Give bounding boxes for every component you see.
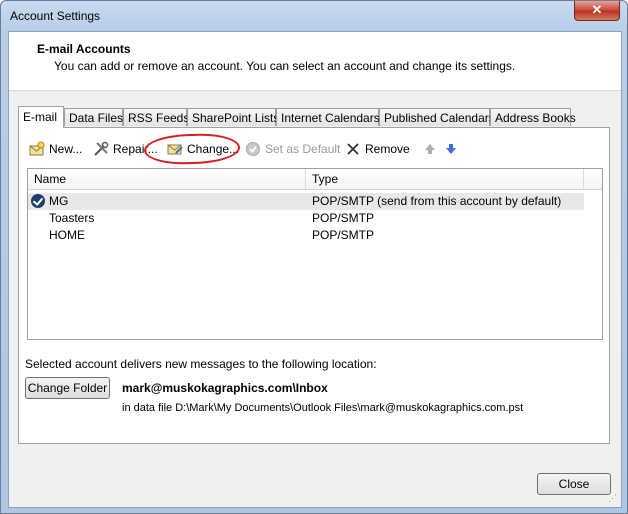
account-name: MG <box>49 194 69 208</box>
account-row[interactable]: Toasters POP/SMTP <box>28 210 584 227</box>
set-default-label: Set as Default <box>265 142 341 156</box>
window-title: Account Settings <box>10 9 101 23</box>
move-up-button[interactable] <box>422 138 442 160</box>
account-type: POP/SMTP (send from this account by defa… <box>312 194 562 208</box>
repair-tools-icon <box>93 141 109 157</box>
account-name: HOME <box>49 228 85 242</box>
tab-internet-calendars[interactable]: Internet Calendars <box>276 108 380 126</box>
dialog-client: E-mail Accounts You can add or remove an… <box>8 31 622 508</box>
default-account-check-icon <box>31 194 45 208</box>
data-file-path: in data file D:\Mark\My Documents\Outloo… <box>122 402 524 414</box>
account-row[interactable]: MG POP/SMTP (send from this account by d… <box>28 193 584 210</box>
tab-sharepoint-lists[interactable]: SharePoint Lists <box>187 108 279 126</box>
remove-x-icon <box>345 141 361 157</box>
repair-label: Repair... <box>113 142 158 156</box>
arrow-down-icon <box>443 141 459 157</box>
delivery-location-label: Selected account delivers new messages t… <box>25 357 377 371</box>
accounts-list[interactable]: Name Type MG POP/SMTP (send from this ac… <box>27 168 603 340</box>
account-name: Toasters <box>49 211 95 225</box>
change-folder-button[interactable]: Change Folder <box>25 377 110 399</box>
new-account-icon <box>29 141 45 157</box>
arrow-up-icon <box>422 141 438 157</box>
column-type-header[interactable]: Type <box>306 169 584 189</box>
account-toolbar: New... Repair... Change... Set as Defaul… <box>19 132 599 166</box>
list-header: Name Type <box>28 169 602 190</box>
set-default-check-icon <box>245 141 261 157</box>
account-settings-window: Account Settings ✕ E-mail Accounts You c… <box>0 0 628 514</box>
resize-grip-icon[interactable]: ⋰ <box>608 494 618 504</box>
title-bar[interactable]: Account Settings ✕ <box>1 1 627 31</box>
tab-data-files[interactable]: Data Files <box>64 108 123 126</box>
repair-button[interactable]: Repair... <box>93 138 158 160</box>
new-button[interactable]: New... <box>29 138 82 160</box>
account-type: POP/SMTP <box>312 228 375 242</box>
tab-rss-feeds[interactable]: RSS Feeds <box>123 108 189 126</box>
tab-published-calendars[interactable]: Published Calendars <box>379 108 495 126</box>
account-type: POP/SMTP <box>312 211 375 225</box>
header-subtitle: You can add or remove an account. You ca… <box>54 59 516 73</box>
remove-button[interactable]: Remove <box>345 138 410 160</box>
dialog-header: E-mail Accounts You can add or remove an… <box>9 32 621 91</box>
change-label: Change... <box>187 142 240 156</box>
change-button[interactable]: Change... <box>167 138 239 160</box>
tab-address-books[interactable]: Address Books <box>490 108 576 126</box>
column-name-header[interactable]: Name <box>28 169 306 189</box>
set-default-button[interactable]: Set as Default <box>245 138 340 160</box>
delivery-folder-path: mark@muskokagraphics.com\Inbox <box>122 381 328 395</box>
change-account-icon <box>167 141 183 157</box>
new-label: New... <box>49 142 83 156</box>
close-button[interactable]: Close <box>537 473 611 495</box>
tab-email[interactable]: E-mail <box>18 106 64 128</box>
remove-label: Remove <box>365 142 410 156</box>
window-close-button[interactable]: ✕ <box>574 1 620 21</box>
account-row[interactable]: HOME POP/SMTP <box>28 227 584 244</box>
header-title: E-mail Accounts <box>37 42 131 56</box>
move-down-button[interactable] <box>443 138 463 160</box>
